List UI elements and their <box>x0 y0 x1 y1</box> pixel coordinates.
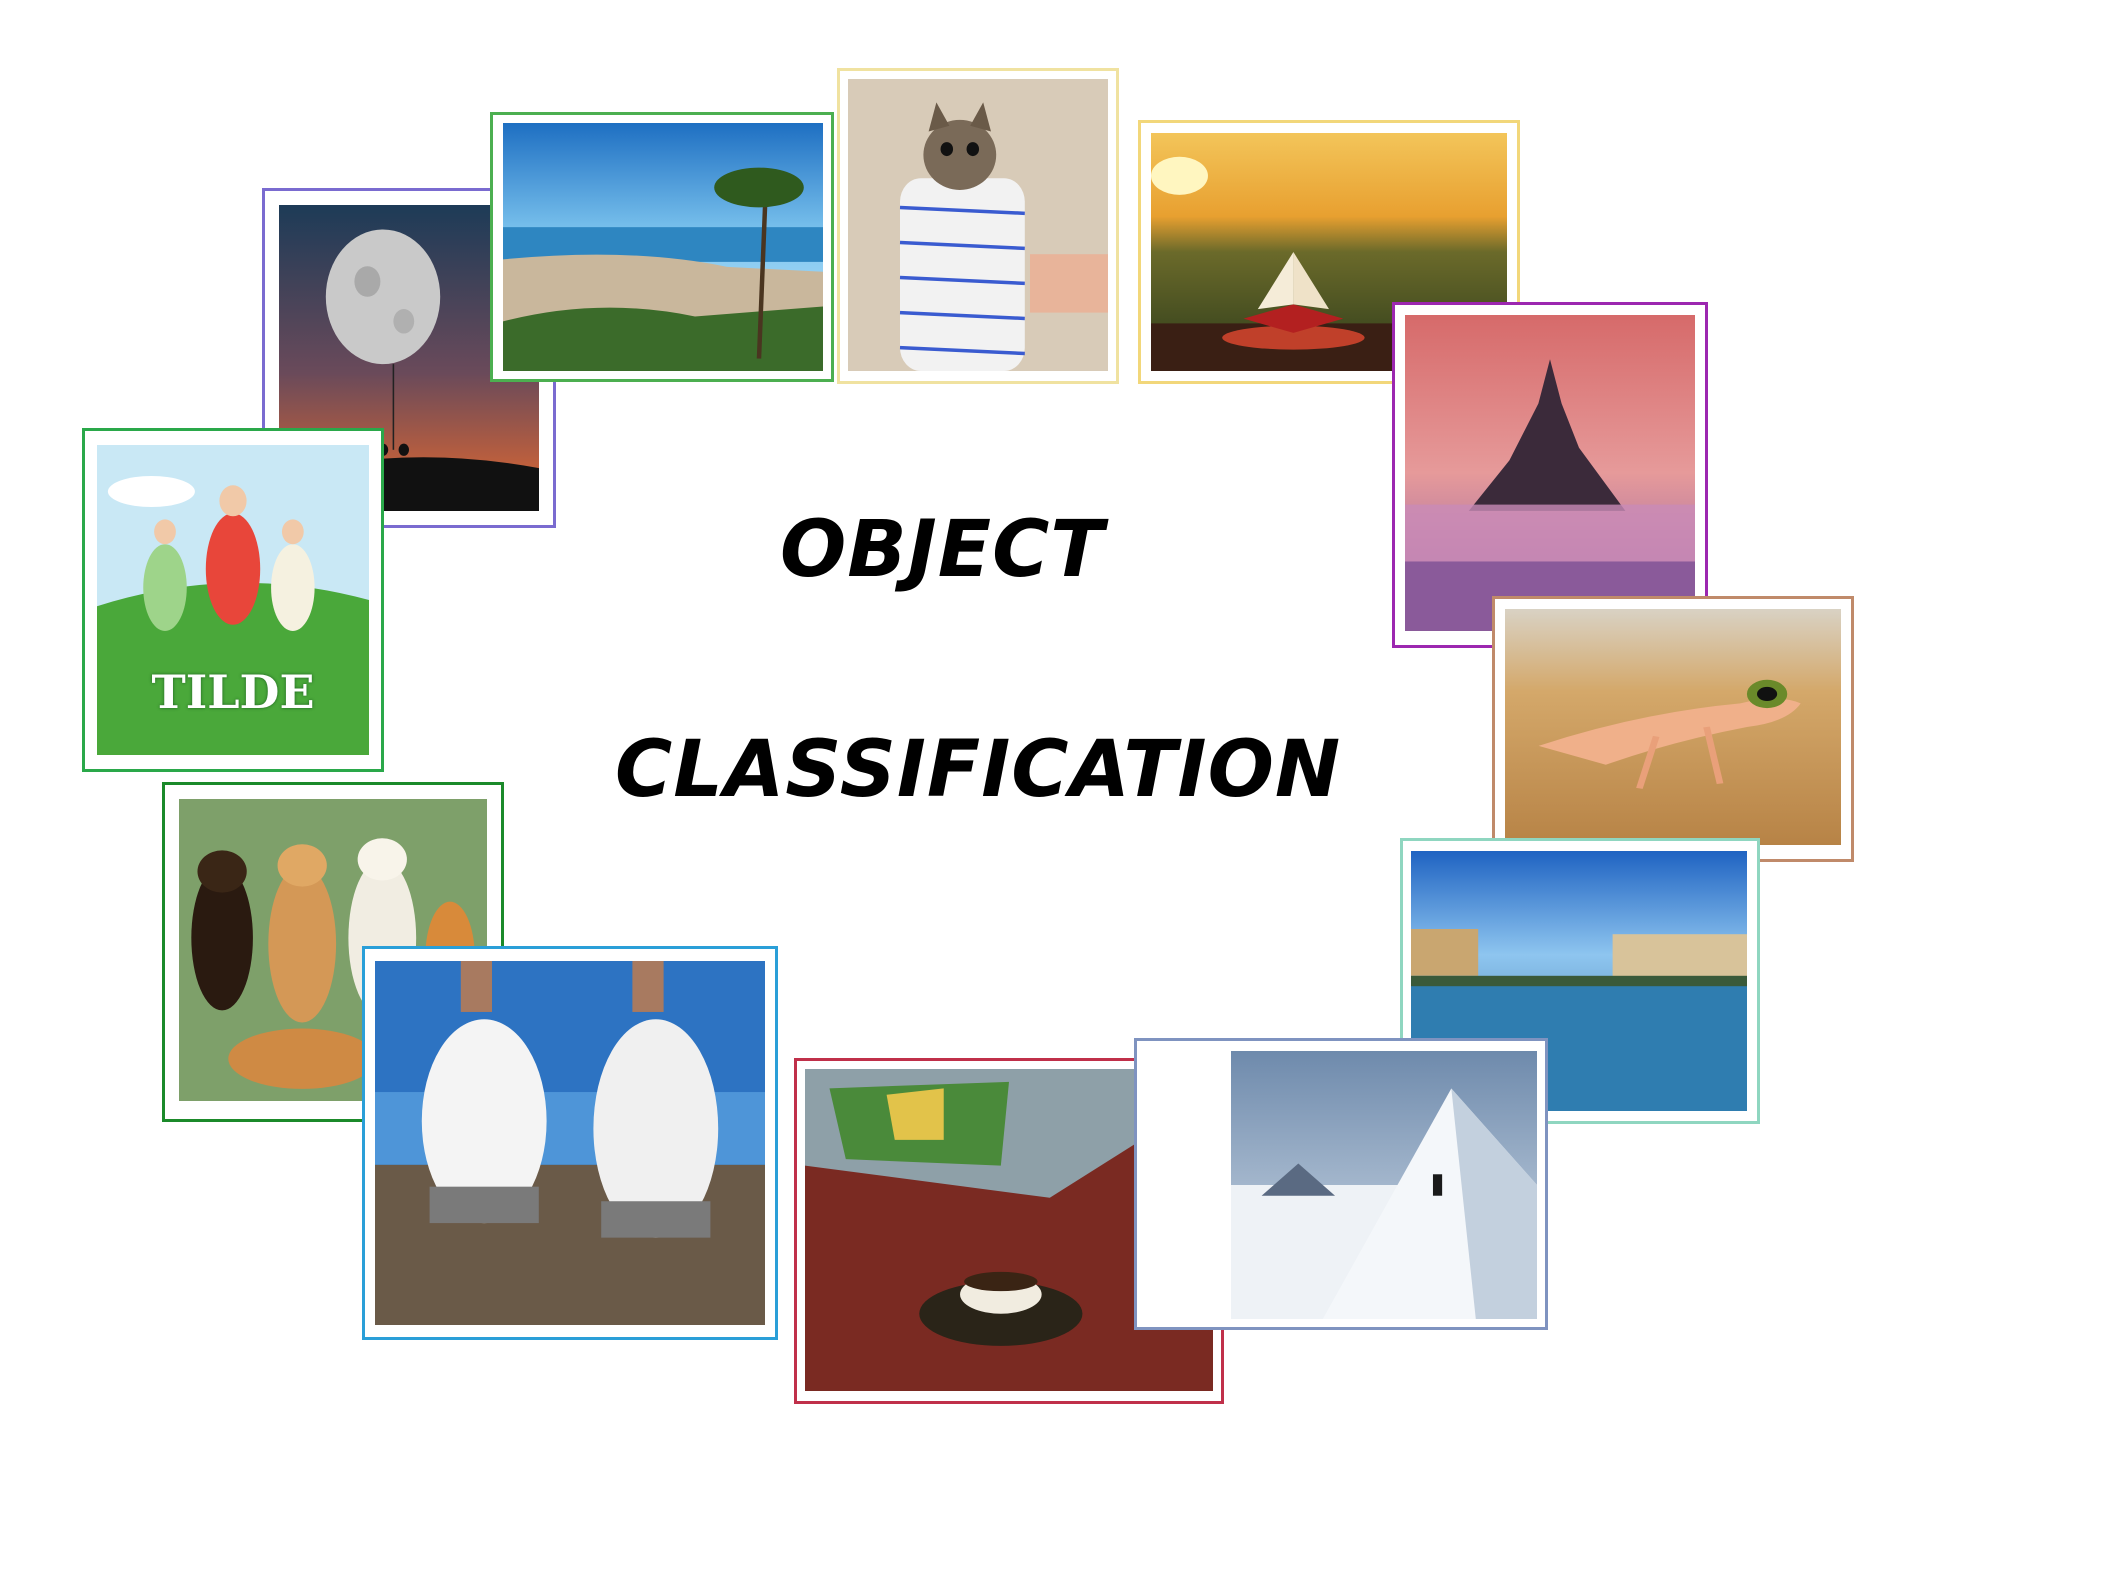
book-cover-title: TILDE <box>151 665 315 719</box>
white-sneakers-image <box>375 961 765 1325</box>
castle-in-fog-image <box>1405 315 1695 631</box>
coastal-city-pine-image <box>503 123 823 371</box>
title-line-1: OBJECT <box>780 505 1105 595</box>
tile-cat-in-towel <box>837 68 1119 384</box>
gecko-on-sand-image <box>1505 609 1841 845</box>
cat-in-towel-image <box>848 79 1108 371</box>
title-line-2: CLASSIFICATION <box>615 725 1342 815</box>
tilde-book-cover-image: TILDE <box>97 445 369 755</box>
tile-book-cover: TILDE <box>82 428 384 772</box>
tile-mountain <box>1134 1038 1548 1330</box>
tile-sneakers <box>362 946 778 1340</box>
snowy-mountain-image <box>1231 1051 1537 1319</box>
tile-gecko <box>1492 596 1854 862</box>
tile-coastal-city <box>490 112 834 382</box>
